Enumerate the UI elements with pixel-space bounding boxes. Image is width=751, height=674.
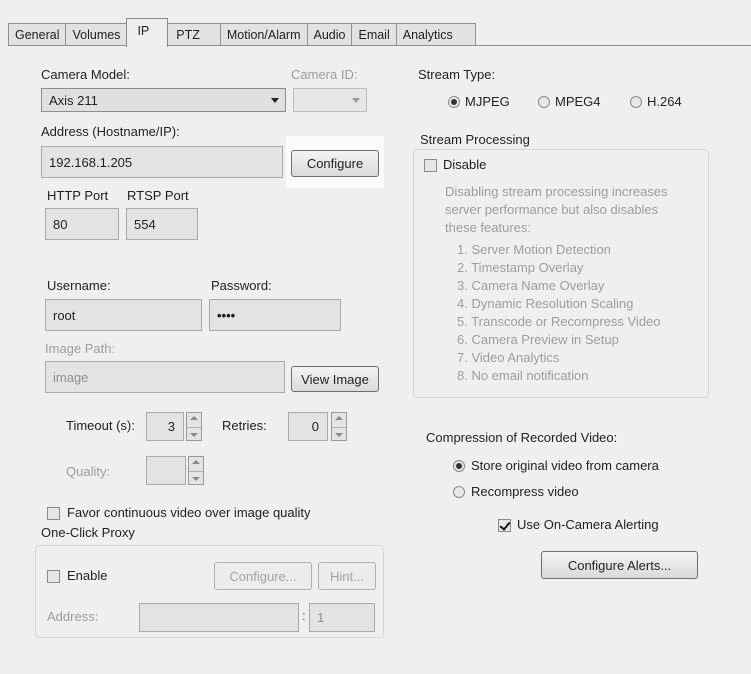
password-label: Password:: [211, 278, 272, 293]
configure-alerts-button[interactable]: Configure Alerts...: [541, 551, 698, 579]
proxy-hint-button[interactable]: Hint...: [318, 562, 376, 590]
one-click-proxy-title: One-Click Proxy: [41, 525, 135, 540]
tab-bar: General Volumes IP PTZ Motion/Alarm Audi…: [8, 18, 476, 47]
username-value: root: [53, 307, 76, 323]
tab-volumes[interactable]: Volumes: [65, 23, 128, 45]
feature-list-item: 6. Camera Preview in Setup: [457, 332, 619, 347]
stream-processing-disable-checkbox[interactable]: [424, 159, 437, 172]
proxy-port-input[interactable]: 1: [309, 603, 375, 632]
stream-processing-description-line: Disabling stream processing increases: [445, 184, 668, 199]
feature-list-item: 4. Dynamic Resolution Scaling: [457, 296, 634, 311]
stream-type-mpeg4-label: MPEG4: [555, 94, 601, 109]
proxy-address-label: Address:: [47, 609, 99, 624]
http-port-value: 80: [53, 216, 68, 232]
image-path-input[interactable]: image: [45, 361, 285, 393]
stream-processing-description-line: server performance but also disables: [445, 202, 659, 217]
quality-input[interactable]: [146, 456, 186, 485]
rtsp-port-label: RTSP Port: [127, 188, 189, 203]
view-image-button[interactable]: View Image: [291, 366, 379, 392]
rtsp-port-input[interactable]: 554: [126, 208, 198, 240]
tab-ptz[interactable]: PTZ: [167, 23, 221, 45]
chevron-down-icon: [352, 98, 360, 103]
camera-model-label: Camera Model:: [41, 67, 130, 82]
stream-type-mjpeg-label: MJPEG: [465, 94, 510, 109]
password-input[interactable]: ••••: [209, 299, 341, 331]
stream-processing-title: Stream Processing: [420, 132, 530, 147]
stream-type-mjpeg-radio[interactable]: [448, 96, 460, 108]
stream-type-mpeg4-radio[interactable]: [538, 96, 550, 108]
address-value: 192.168.1.205: [49, 154, 133, 170]
proxy-port-value: 1: [317, 610, 325, 625]
favor-continuous-checkbox[interactable]: [47, 507, 60, 520]
timeout-label: Timeout (s):: [66, 418, 135, 433]
on-camera-alerting-label: Use On-Camera Alerting: [517, 517, 659, 532]
quality-label: Quality:: [66, 464, 111, 479]
timeout-value: 3: [167, 419, 175, 434]
proxy-configure-button[interactable]: Configure...: [214, 562, 312, 590]
image-path-label: Image Path:: [45, 341, 116, 356]
chevron-down-icon: [271, 98, 279, 103]
favor-continuous-label: Favor continuous video over image qualit…: [67, 505, 311, 520]
on-camera-alerting-checkbox[interactable]: [498, 519, 511, 532]
stream-type-label: Stream Type:: [418, 67, 496, 82]
arrow-up-icon: [192, 460, 200, 464]
proxy-enable-checkbox[interactable]: [47, 570, 60, 583]
feature-list-item: 3. Camera Name Overlay: [457, 278, 605, 293]
retries-value: 0: [311, 419, 319, 434]
camera-model-value: Axis 211: [49, 92, 98, 108]
stream-type-h264-label: H.264: [647, 94, 682, 109]
feature-list-item: 5. Transcode or Recompress Video: [457, 314, 661, 329]
quality-spinner[interactable]: [188, 456, 204, 485]
stream-processing-disable-label: Disable: [443, 157, 487, 172]
compression-label: Compression of Recorded Video:: [426, 430, 618, 445]
proxy-port-separator: :: [302, 608, 306, 623]
address-input[interactable]: 192.168.1.205: [41, 146, 283, 178]
username-label: Username:: [47, 278, 111, 293]
camera-id-label: Camera ID:: [291, 67, 358, 82]
arrow-down-icon: [335, 433, 343, 437]
feature-list-item: 8. No email notification: [457, 368, 589, 383]
tab-divider: [8, 45, 751, 46]
username-input[interactable]: root: [45, 299, 202, 331]
camera-model-select[interactable]: Axis 211: [41, 88, 286, 112]
tab-motion-alarm[interactable]: Motion/Alarm: [219, 23, 308, 45]
recompress-radio[interactable]: [453, 486, 465, 498]
arrow-down-icon: [190, 433, 198, 437]
recompress-label: Recompress video: [471, 484, 579, 499]
arrow-down-icon: [192, 477, 200, 481]
tab-general[interactable]: General: [8, 23, 67, 45]
tab-audio[interactable]: Audio: [306, 23, 353, 45]
store-original-label: Store original video from camera: [471, 458, 659, 473]
proxy-enable-label: Enable: [67, 568, 108, 583]
arrow-up-icon: [335, 416, 343, 420]
feature-list-item: 7. Video Analytics: [457, 350, 560, 365]
http-port-label: HTTP Port: [47, 188, 109, 203]
http-port-input[interactable]: 80: [45, 208, 119, 240]
feature-list-item: 1. Server Motion Detection: [457, 242, 611, 257]
stream-processing-description-line: these features:: [445, 220, 531, 235]
timeout-spinner[interactable]: [186, 412, 202, 441]
retries-spinner[interactable]: [331, 412, 347, 441]
tab-email[interactable]: Email: [351, 23, 397, 45]
feature-list-item: 2. Timestamp Overlay: [457, 260, 584, 275]
camera-id-select[interactable]: [293, 88, 367, 112]
tab-ip[interactable]: IP: [126, 18, 169, 47]
rtsp-port-value: 554: [134, 216, 156, 232]
image-path-value: image: [53, 369, 89, 385]
tab-analytics[interactable]: Analytics: [395, 23, 476, 45]
password-value: ••••: [217, 307, 236, 323]
retries-input[interactable]: 0: [288, 412, 328, 441]
store-original-radio[interactable]: [453, 460, 465, 472]
timeout-input[interactable]: 3: [146, 412, 184, 441]
address-label: Address (Hostname/IP):: [41, 124, 180, 139]
retries-label: Retries:: [222, 418, 267, 433]
proxy-address-input[interactable]: [139, 603, 299, 632]
configure-button[interactable]: Configure: [291, 150, 379, 177]
arrow-up-icon: [190, 416, 198, 420]
stream-type-h264-radio[interactable]: [630, 96, 642, 108]
